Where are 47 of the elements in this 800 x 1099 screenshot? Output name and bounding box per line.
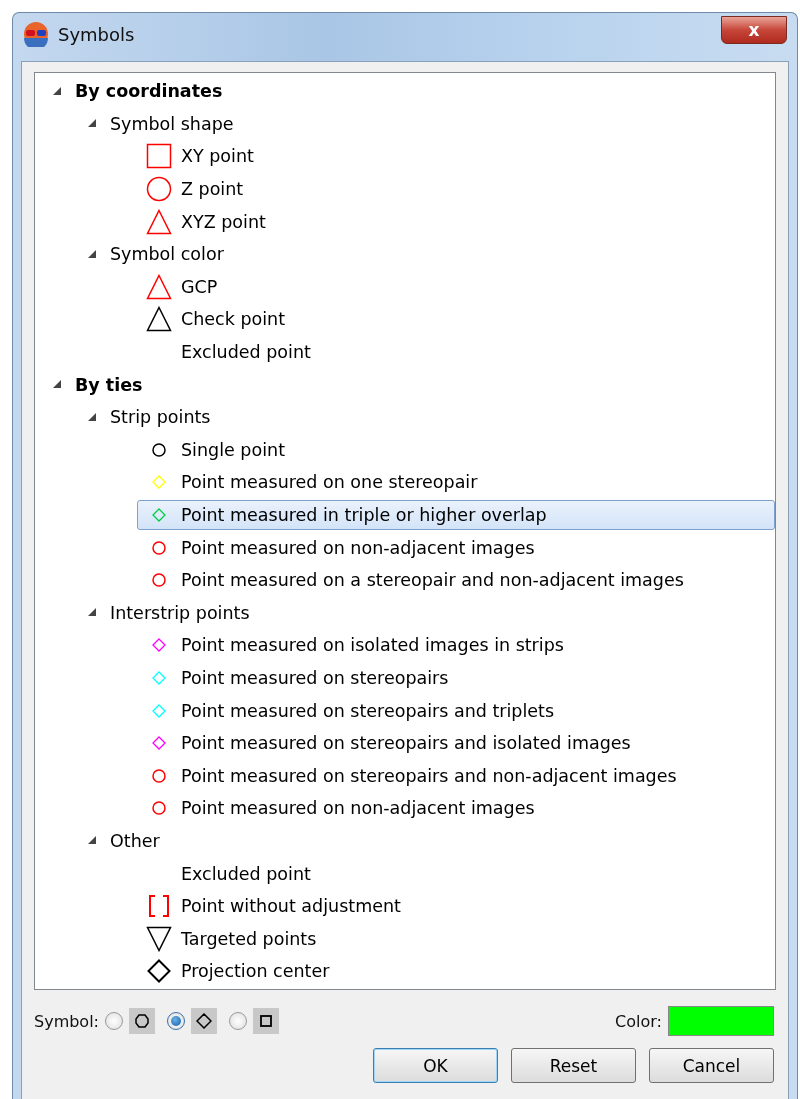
tree-item[interactable]: Point measured in triple or higher overlap [181,505,547,525]
tree-item[interactable]: Symbol color [110,244,224,265]
close-button[interactable]: x [721,16,787,44]
tree-item[interactable]: XY point [181,146,254,167]
glasses-ball-icon [23,21,49,47]
tree-item[interactable]: Projection center [181,961,330,982]
color-swatch[interactable] [668,1006,774,1036]
tree-item[interactable]: Point measured on non-adjacent images [181,537,535,558]
expand-icon[interactable] [53,380,62,390]
expand-icon[interactable] [88,412,97,422]
tree-item[interactable]: Strip points [110,407,211,428]
tree-item[interactable]: Excluded point [181,342,311,363]
expand-icon[interactable] [88,249,97,259]
tree-item[interactable]: Z point [181,179,244,200]
tree-item[interactable]: Targeted points [181,928,317,949]
tree-item[interactable]: XYZ point [181,211,266,232]
tree-item[interactable]: Interstrip points [110,602,250,623]
tree-item[interactable]: By coordinates [75,81,223,102]
tree-item[interactable]: Point measured on one stereopair [181,472,478,493]
tree-item[interactable]: Excluded point [181,863,311,884]
dialog-button[interactable]: Cancel [649,1048,774,1083]
tree-item[interactable]: Point measured on non-adjacent images [181,798,535,819]
tree-item[interactable]: GCP [181,276,218,297]
tree-item[interactable]: Point without adjustment [181,896,401,917]
tree-item[interactable]: Single point [181,439,285,460]
symbol-label: Symbol: [34,1011,99,1031]
tree-item[interactable]: Other [110,830,160,851]
tree-item[interactable]: Point measured on stereopairs [181,668,449,688]
tree-item[interactable]: Check point [181,309,286,330]
expand-icon[interactable] [88,836,97,846]
color-label: Color: [615,1011,662,1031]
radio-button[interactable] [105,1012,123,1030]
dialog-button[interactable]: Reset [511,1048,636,1083]
tree-item[interactable]: By ties [75,374,143,395]
dialog-button[interactable]: OK [373,1048,498,1083]
tree-item[interactable]: Point measured on isolated images in strips [181,635,564,656]
window-title: Symbols [58,23,135,45]
expand-icon[interactable] [53,86,62,96]
expand-icon[interactable] [88,119,97,129]
expand-icon[interactable] [88,608,97,618]
tree-item[interactable]: Point measured on stereopairs and non-adjacent images [181,765,677,786]
tree-item[interactable]: Point measured on stereopairs and isolated images [181,733,631,754]
tree-item[interactable]: Symbol shape [110,113,234,134]
tree-item[interactable]: Point measured on stereopairs and triplets [181,700,555,721]
radio-button[interactable] [167,1012,185,1030]
tree-item[interactable]: Point measured on a stereopair and non-adjacent images [181,570,684,591]
radio-button[interactable] [229,1012,247,1030]
